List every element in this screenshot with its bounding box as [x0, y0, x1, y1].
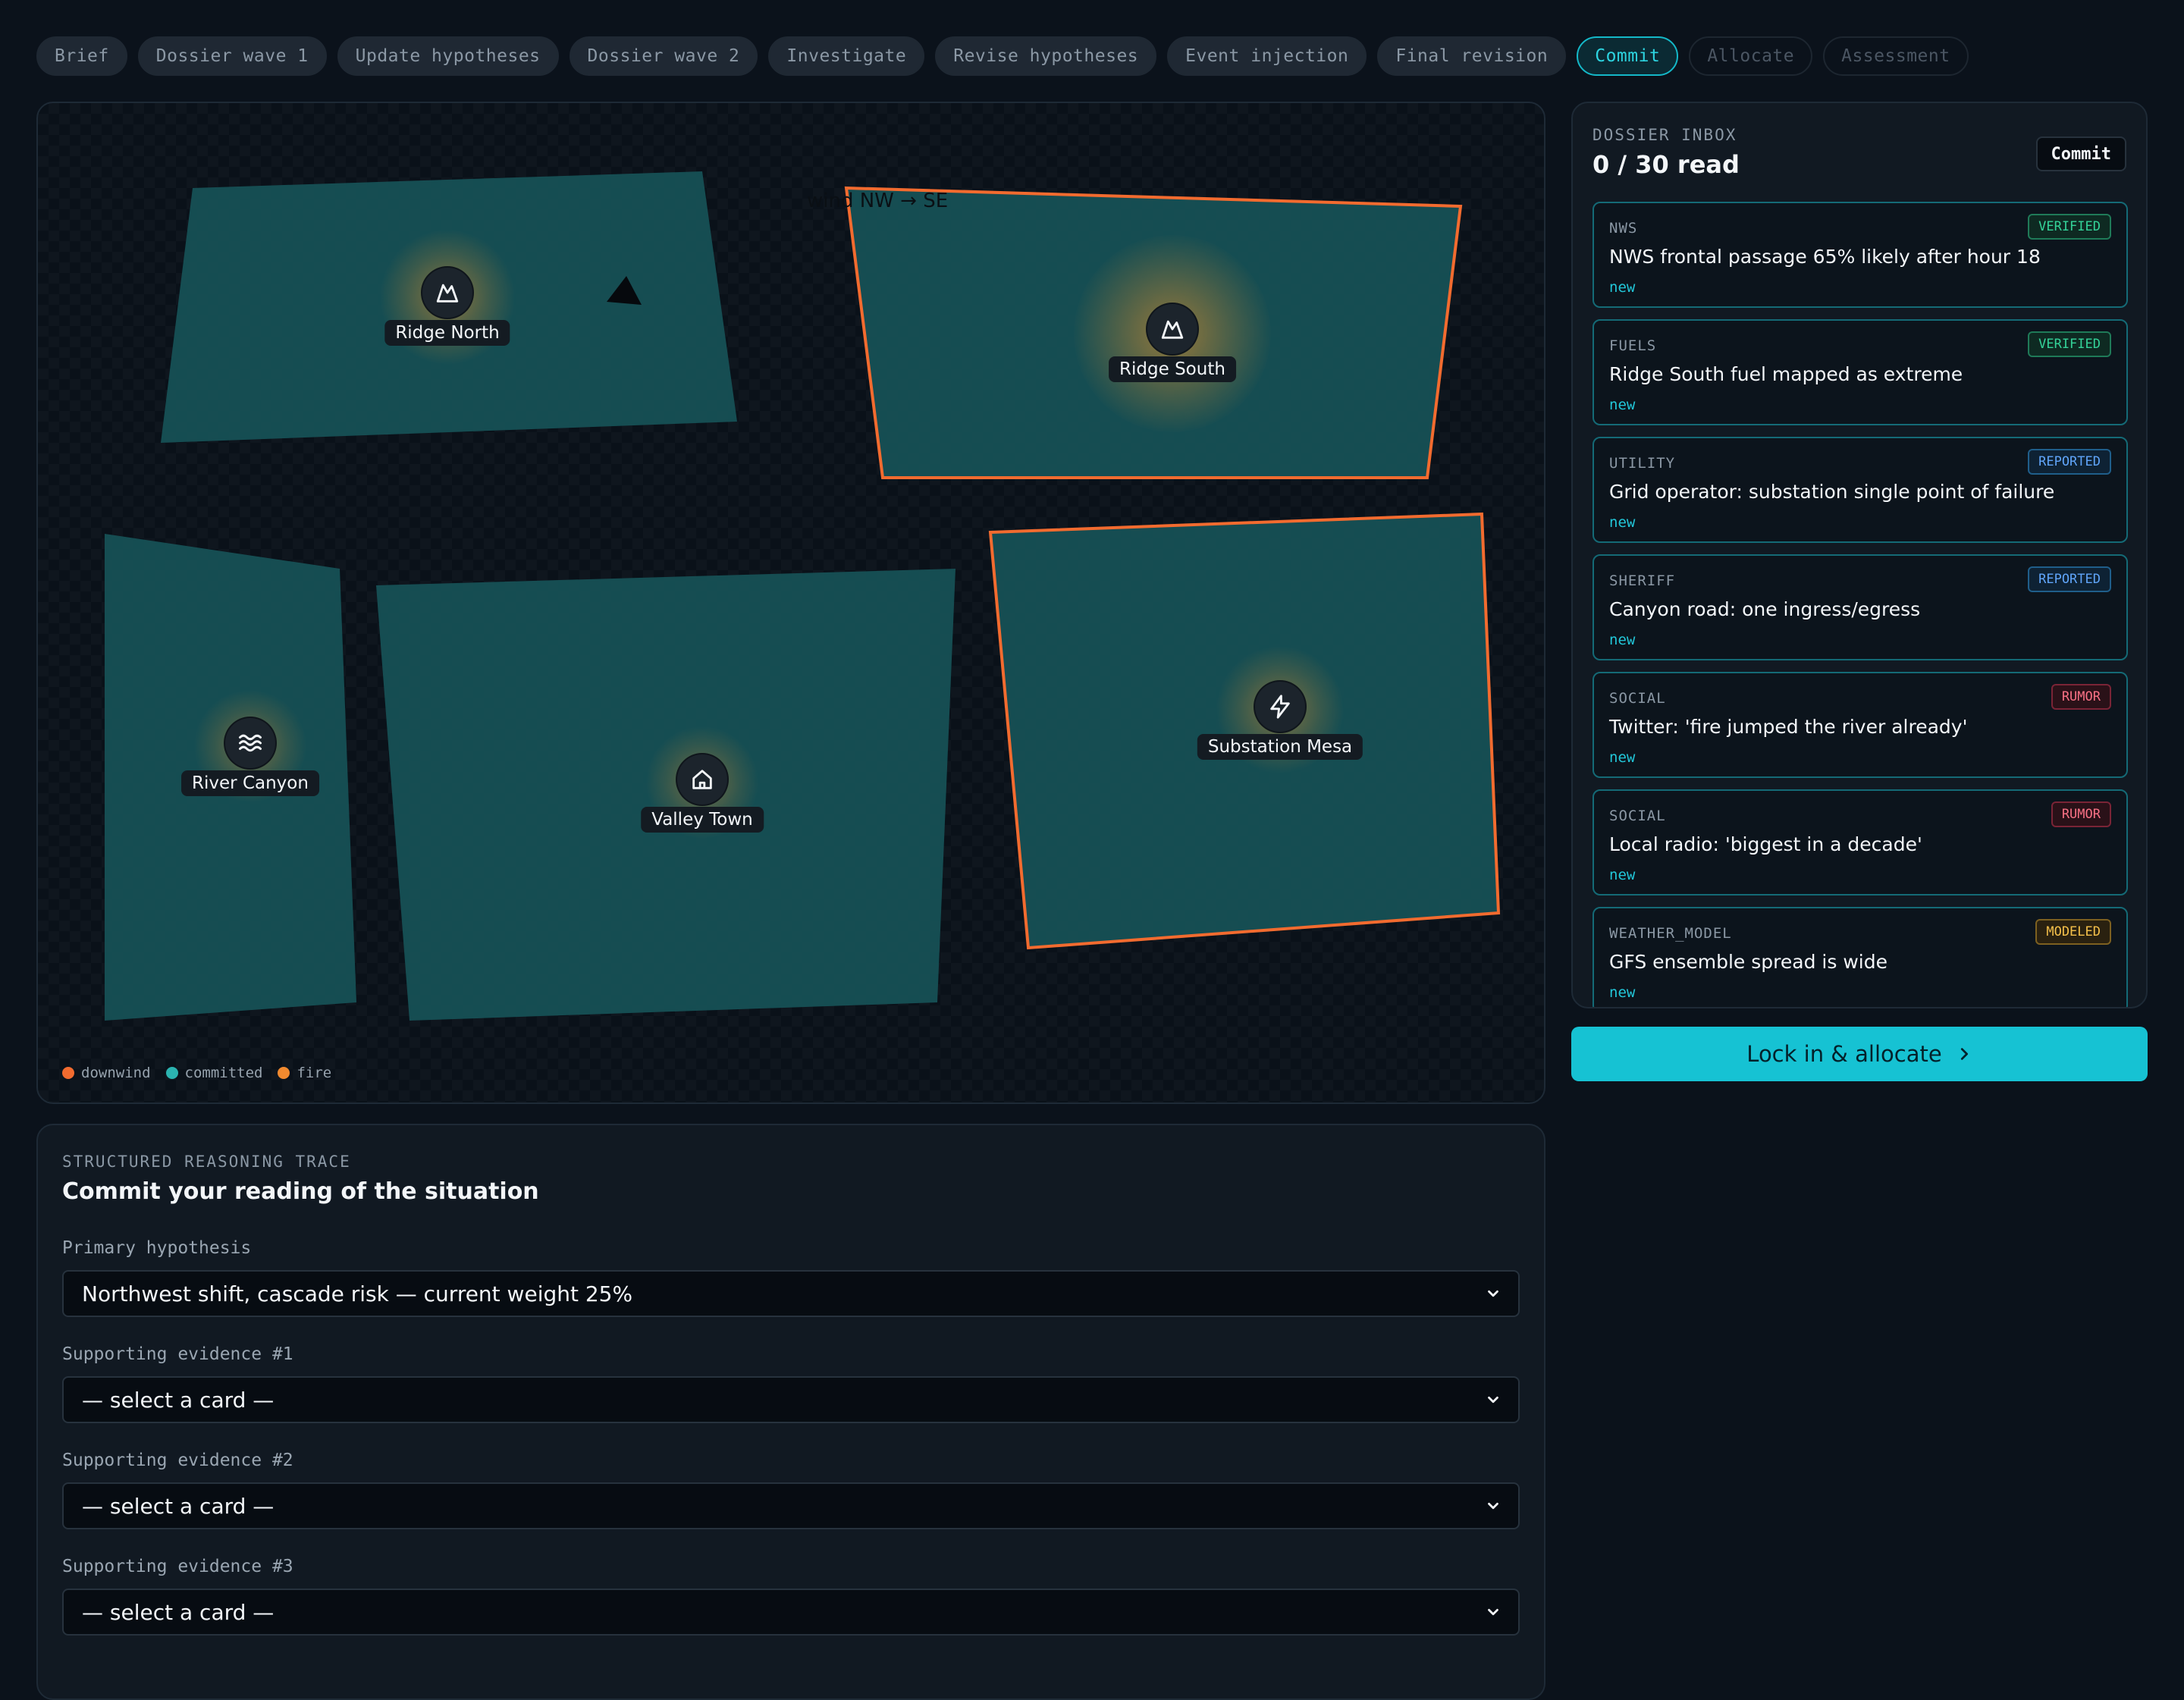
tab-final-revision[interactable]: Final revision: [1377, 36, 1567, 76]
lightning-icon: [1255, 682, 1305, 732]
evidence-1-value: — select a card —: [82, 1387, 275, 1413]
map-canvas: [105, 171, 1501, 1021]
card-source: UTILITY: [1609, 455, 1676, 472]
tab-assessment[interactable]: Assessment: [1823, 36, 1969, 76]
region-map: Ridge North Ridge South River Canyon Val…: [36, 102, 1545, 1104]
inbox-read-count: 0 / 30 read: [1592, 150, 1740, 179]
evidence-2-label: Supporting evidence #2: [62, 1451, 293, 1470]
dossier-card[interactable]: WEATHER_MODEL MODELED GFS ensemble sprea…: [1592, 907, 2128, 1007]
chevron-down-icon: [1488, 1502, 1498, 1510]
evidence-2-select[interactable]: — select a card —: [62, 1482, 1520, 1529]
evidence-3-select[interactable]: — select a card —: [62, 1589, 1520, 1636]
dossier-card[interactable]: UTILITY REPORTED Grid operator: substati…: [1592, 437, 2128, 543]
card-reliability-badge: MODELED: [2035, 919, 2111, 945]
wind-direction-label: wind NW → SE: [807, 190, 949, 212]
card-title: Twitter: 'fire jumped the river already': [1609, 716, 1968, 738]
evidence-3-label: Supporting evidence #3: [62, 1557, 293, 1576]
legend-dot: [62, 1067, 74, 1079]
card-title: Local radio: 'biggest in a decade': [1609, 833, 1922, 855]
region-label-valley-town: Valley Town: [641, 807, 764, 833]
primary-hypothesis-select[interactable]: Northwest shift, cascade risk — current …: [62, 1270, 1520, 1317]
card-reliability-badge: REPORTED: [2028, 566, 2111, 592]
chevron-down-icon: [1488, 1396, 1498, 1404]
card-title: GFS ensemble spread is wide: [1609, 951, 1887, 973]
tab-revise-hypotheses[interactable]: Revise hypotheses: [935, 36, 1157, 76]
region-valley-town[interactable]: [376, 569, 956, 1021]
tab-dossier-wave-1[interactable]: Dossier wave 1: [137, 36, 327, 76]
tab-investigate[interactable]: Investigate: [768, 36, 925, 76]
evidence-1-select[interactable]: — select a card —: [62, 1376, 1520, 1423]
card-status: new: [1609, 632, 1636, 648]
region-label-ridge-north: Ridge North: [384, 320, 510, 346]
card-source: SOCIAL: [1609, 690, 1666, 707]
tab-brief[interactable]: Brief: [36, 36, 127, 76]
legend-dot: [278, 1067, 290, 1079]
reasoning-eyebrow: STRUCTURED REASONING TRACE: [62, 1153, 351, 1171]
mountain-icon: [422, 268, 472, 318]
card-reliability-badge: REPORTED: [2028, 449, 2111, 475]
card-source: NWS: [1609, 220, 1638, 237]
dossier-inbox: DOSSIER INBOX 0 / 30 read Commit NWS VER…: [1571, 102, 2148, 1008]
card-source: WEATHER_MODEL: [1609, 925, 1732, 942]
card-reliability-badge: RUMOR: [2051, 801, 2111, 827]
card-source: SHERIFF: [1609, 572, 1676, 589]
legend-downwind: downwind: [62, 1065, 151, 1081]
legend-label: downwind: [81, 1065, 151, 1081]
dossier-card[interactable]: SOCIAL RUMOR Twitter: 'fire jumped the r…: [1592, 672, 2128, 778]
card-source: FUELS: [1609, 337, 1657, 354]
tab-dossier-wave-2[interactable]: Dossier wave 2: [569, 36, 758, 76]
card-status: new: [1609, 749, 1636, 766]
legend-label: committed: [184, 1065, 263, 1081]
chevron-down-icon: [1488, 1290, 1498, 1297]
tab-allocate[interactable]: Allocate: [1689, 36, 1813, 76]
tab-update-hypotheses[interactable]: Update hypotheses: [337, 36, 559, 76]
waves-icon: [225, 718, 275, 768]
legend-committed: committed: [165, 1065, 263, 1081]
card-status: new: [1609, 984, 1636, 1001]
card-title: Grid operator: substation single point o…: [1609, 481, 2055, 503]
map-legend: downwind committed fire: [62, 1065, 331, 1081]
card-reliability-badge: VERIFIED: [2028, 331, 2111, 357]
chevron-right-icon: [1960, 1048, 1968, 1060]
tab-commit[interactable]: Commit: [1577, 36, 1679, 76]
chevron-down-icon: [1488, 1608, 1498, 1616]
mountain-icon: [1147, 304, 1197, 354]
region-label-river-canyon: River Canyon: [181, 770, 319, 796]
evidence-3-value: — select a card —: [82, 1599, 275, 1625]
region-substation-mesa[interactable]: [988, 512, 1501, 950]
evidence-1-label: Supporting evidence #1: [62, 1344, 293, 1364]
region-label-ridge-south: Ridge South: [1109, 356, 1236, 382]
legend-label: fire: [297, 1065, 332, 1081]
lock-in-allocate-label: Lock in & allocate: [1746, 1041, 1942, 1067]
card-title: Ridge South fuel mapped as extreme: [1609, 363, 1963, 385]
card-source: SOCIAL: [1609, 808, 1666, 824]
card-reliability-badge: RUMOR: [2051, 684, 2111, 710]
inbox-eyebrow: DOSSIER INBOX: [1592, 126, 1737, 144]
card-title: Canyon road: one ingress/egress: [1609, 598, 1921, 620]
dossier-card[interactable]: FUELS VERIFIED Ridge South fuel mapped a…: [1592, 319, 2128, 425]
card-title: NWS frontal passage 65% likely after hou…: [1609, 246, 2041, 268]
card-status: new: [1609, 279, 1636, 296]
dossier-card[interactable]: SOCIAL RUMOR Local radio: 'biggest in a …: [1592, 789, 2128, 895]
primary-hypothesis-label: Primary hypothesis: [62, 1238, 252, 1258]
card-status: new: [1609, 867, 1636, 883]
reasoning-title: Commit your reading of the situation: [62, 1178, 539, 1205]
phase-badge: Commit: [2035, 136, 2126, 171]
tab-event-injection[interactable]: Event injection: [1167, 36, 1367, 76]
home-icon: [677, 754, 727, 805]
region-label-substation-mesa: Substation Mesa: [1197, 734, 1363, 760]
dossier-card[interactable]: SHERIFF REPORTED Canyon road: one ingres…: [1592, 554, 2128, 660]
card-reliability-badge: VERIFIED: [2028, 214, 2111, 240]
reasoning-trace-panel: STRUCTURED REASONING TRACE Commit your r…: [36, 1124, 1545, 1700]
primary-hypothesis-value: Northwest shift, cascade risk — current …: [82, 1281, 633, 1306]
legend-dot: [165, 1067, 178, 1079]
card-status: new: [1609, 397, 1636, 413]
dossier-card[interactable]: NWS VERIFIED NWS frontal passage 65% lik…: [1592, 202, 2128, 308]
lock-in-allocate-button[interactable]: Lock in & allocate: [1571, 1027, 2148, 1081]
evidence-2-value: — select a card —: [82, 1493, 275, 1519]
card-status: new: [1609, 514, 1636, 531]
step-tabs: Brief Dossier wave 1 Update hypotheses D…: [36, 36, 1969, 76]
legend-fire: fire: [278, 1065, 331, 1081]
dossier-card-list[interactable]: NWS VERIFIED NWS frontal passage 65% lik…: [1592, 202, 2128, 1007]
